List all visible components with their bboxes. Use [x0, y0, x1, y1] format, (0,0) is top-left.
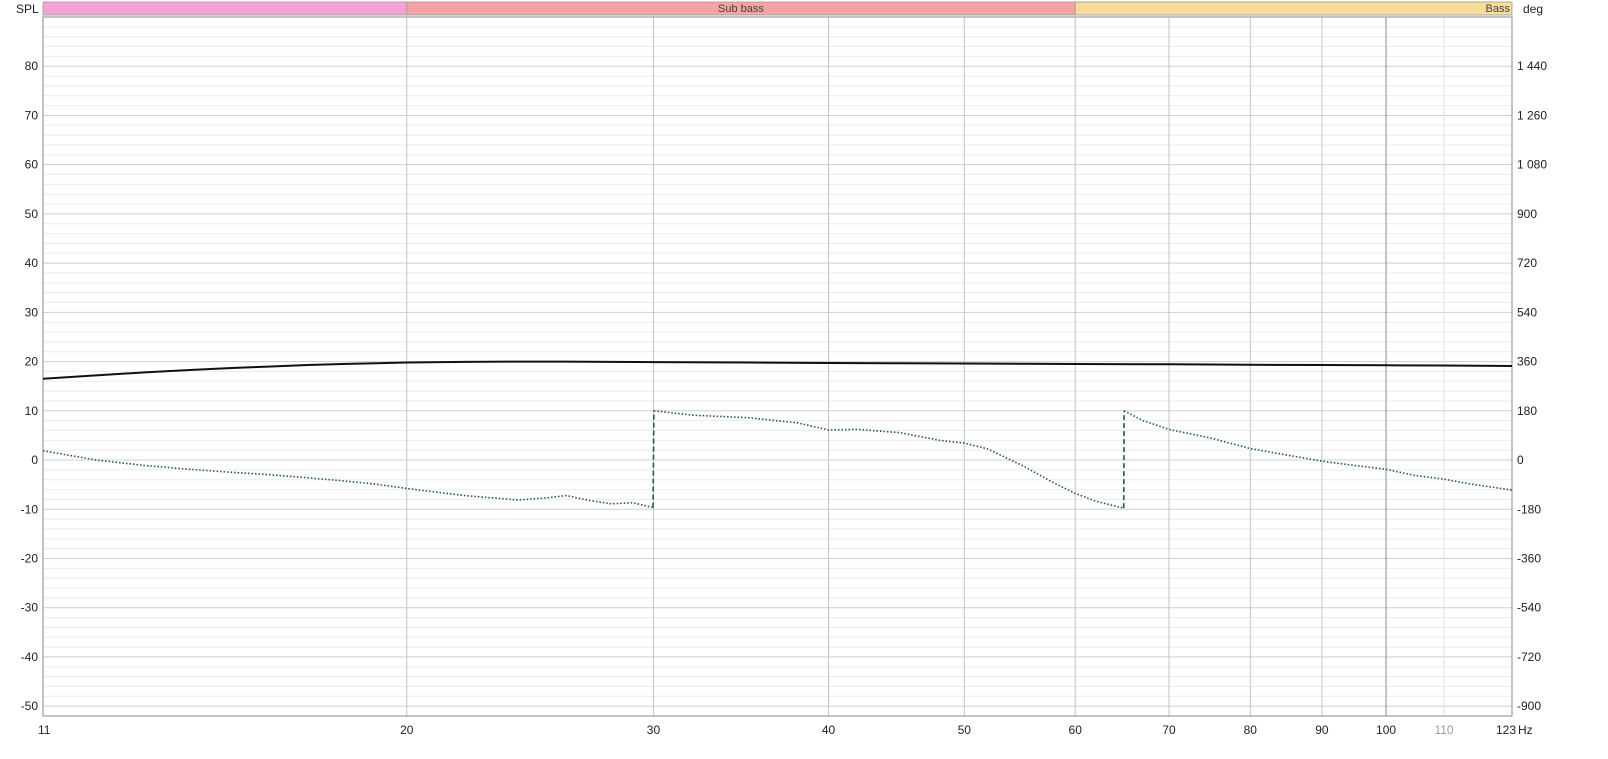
y-left-tick-label: -10 [21, 502, 39, 516]
x-tick-label: 20 [400, 723, 414, 737]
y-right-tick-label: 1 080 [1517, 158, 1547, 172]
x-tick-label: 90 [1315, 723, 1329, 737]
y-right-tick-label: 0 [1517, 453, 1524, 467]
x-tick-label: 70 [1162, 723, 1176, 737]
y-left-tick-label: 10 [25, 404, 39, 418]
x-tick-label: 50 [958, 723, 972, 737]
right-axis-title: deg [1523, 2, 1543, 16]
band-0 [42, 1, 408, 16]
y-right-tick-label: 1 260 [1517, 108, 1547, 122]
x-tick-label: 80 [1244, 723, 1258, 737]
series-layer [42, 360, 1513, 509]
x-tick-label: 30 [647, 723, 661, 737]
frequency-bands: Sub bass Bass [42, 1, 1513, 16]
axis-labels: 80706050403020100-10-20-30-40-501 4401 2… [21, 59, 1548, 737]
x-tick-label: 110 [1434, 723, 1453, 737]
series-line-0 [42, 360, 1513, 380]
left-axis-title: SPL [16, 2, 39, 16]
y-right-tick-label: -900 [1517, 699, 1541, 713]
y-right-tick-label: 720 [1517, 256, 1537, 270]
y-left-tick-label: -40 [21, 650, 39, 664]
y-right-tick-label: 180 [1517, 404, 1537, 418]
y-left-tick-label: 60 [25, 158, 39, 172]
y-left-tick-label: 70 [25, 108, 39, 122]
y-left-tick-label: 40 [25, 256, 39, 270]
y-right-tick-label: -180 [1517, 502, 1541, 516]
y-right-tick-label: 360 [1517, 355, 1537, 369]
y-left-tick-label: -30 [21, 601, 39, 615]
y-left-tick-label: 0 [31, 453, 38, 467]
band-2 [1074, 1, 1513, 16]
y-left-tick-label: 20 [25, 355, 39, 369]
y-left-tick-label: 30 [25, 305, 39, 319]
y-right-tick-label: -540 [1517, 601, 1541, 615]
band-label-2: Bass [1486, 3, 1511, 15]
y-left-tick-label: -20 [21, 551, 39, 565]
y-right-tick-label: -360 [1517, 551, 1541, 565]
y-right-tick-label: 1 440 [1517, 59, 1547, 73]
series-phase-segment [653, 410, 1124, 509]
x-unit-label: Hz [1518, 723, 1533, 737]
y-left-tick-label: -50 [21, 699, 39, 713]
x-tick-label: 40 [822, 723, 836, 737]
x-tick-label: 11 [38, 723, 51, 737]
y-left-tick-label: 80 [25, 59, 39, 73]
y-right-tick-label: 900 [1517, 207, 1537, 221]
x-tick-label: 60 [1069, 723, 1083, 737]
y-left-tick-label: 50 [25, 207, 39, 221]
y-right-tick-label: -720 [1517, 650, 1541, 664]
frequency-response-chart: Sub bass Bass 80706050403020100-10-20-30-… [16, 1, 1548, 737]
band-label-1: Sub bass [718, 3, 764, 15]
x-tick-label: 123 [1496, 723, 1516, 737]
x-tick-label: 100 [1376, 723, 1396, 737]
y-right-tick-label: 540 [1517, 305, 1537, 319]
